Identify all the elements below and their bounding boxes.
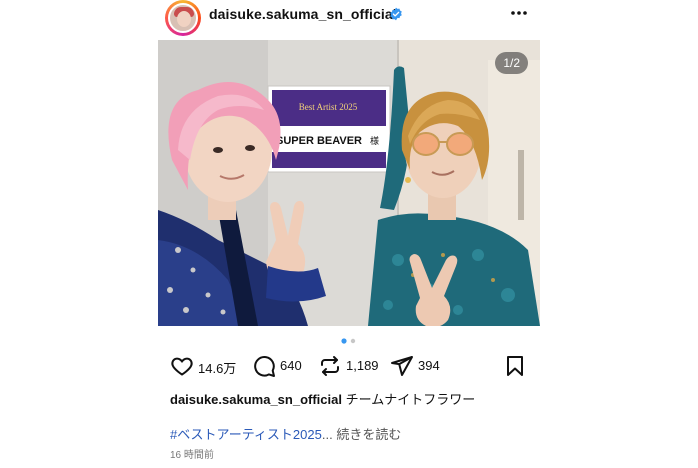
profile-avatar[interactable] [165, 0, 201, 36]
carousel-dot-active [341, 338, 347, 344]
more-options-icon[interactable] [509, 6, 529, 20]
carousel-pager: 1/2 [495, 52, 528, 74]
action-bar: 14.6万 640 1,189 394 [0, 352, 698, 380]
caption-more-line: #ベストアーティスト2025... 続きを読む [170, 424, 401, 443]
share-count: 394 [418, 358, 440, 373]
sign-logo: Best Artist 2025 [299, 102, 358, 112]
verified-badge-icon [390, 7, 402, 21]
comment-count: 640 [280, 358, 302, 373]
photo-illustration: Best Artist 2025 SUPER BEAVER 様 [158, 40, 540, 326]
read-more-link[interactable]: 続きを読む [336, 427, 401, 442]
bookmark-icon[interactable] [503, 354, 527, 378]
post-header: daisuke.sakuma_sn_official [0, 0, 698, 40]
carousel-dots [341, 338, 356, 344]
caption-text: チームナイトフラワー [345, 392, 476, 407]
repost-icon[interactable] [318, 354, 342, 378]
caption-username[interactable]: daisuke.sakuma_sn_official [170, 392, 342, 407]
comment-icon[interactable] [252, 354, 276, 378]
repost-count: 1,189 [346, 358, 379, 373]
post-photo[interactable]: Best Artist 2025 SUPER BEAVER 様 1/2 [158, 40, 540, 326]
sign-text: SUPER BEAVER [276, 135, 362, 147]
carousel-dot [350, 338, 356, 344]
post-timestamp: 16 時間前 [170, 450, 214, 461]
hashtag-link[interactable]: #ベストアーティスト2025 [170, 427, 322, 442]
post-author-username[interactable]: daisuke.sakuma_sn_official [209, 6, 397, 22]
post-caption: daisuke.sakuma_sn_official チームナイトフラワー [170, 389, 475, 408]
avatar-image [168, 3, 198, 33]
heart-icon[interactable] [170, 354, 194, 378]
share-icon[interactable] [390, 354, 414, 378]
like-count: 14.6万 [198, 361, 237, 376]
caption-ellipsis: ... [321, 427, 333, 442]
sign-suffix: 様 [370, 135, 379, 147]
